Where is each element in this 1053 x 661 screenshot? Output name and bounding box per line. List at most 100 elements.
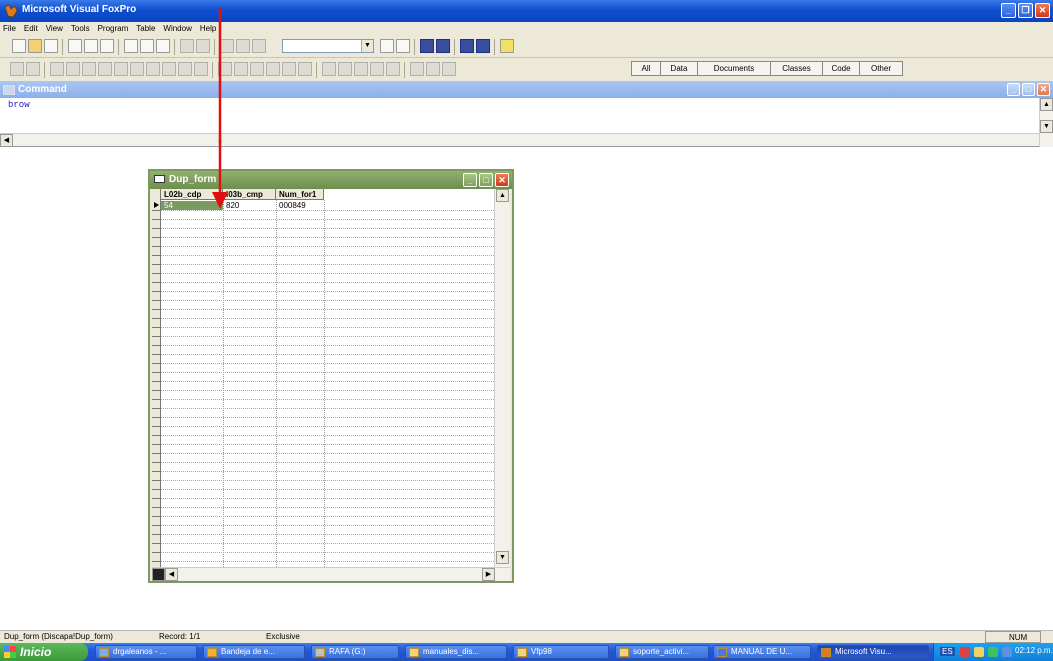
command-text[interactable]: brow: [8, 100, 30, 110]
task-item[interactable]: MANUAL DE U...: [713, 645, 811, 659]
menu-file[interactable]: File: [0, 22, 21, 36]
tab-other[interactable]: Other: [859, 61, 903, 76]
editbox-icon[interactable]: [82, 62, 96, 76]
modify-form-icon[interactable]: [236, 39, 250, 53]
lock-icon[interactable]: [442, 62, 456, 76]
task-item[interactable]: Bandeja de e...: [203, 645, 305, 659]
new-icon[interactable]: [12, 39, 26, 53]
restore-button[interactable]: ❐: [1018, 3, 1033, 18]
open-icon[interactable]: [28, 39, 42, 53]
option-group-icon[interactable]: [130, 62, 144, 76]
separator-icon[interactable]: [370, 62, 384, 76]
browse-maximize-button[interactable]: □: [479, 173, 493, 187]
chevron-down-icon[interactable]: ▼: [361, 40, 373, 52]
cell-num-for1[interactable]: 000849: [276, 201, 324, 210]
report-icon[interactable]: [252, 39, 266, 53]
menu-window[interactable]: Window: [160, 22, 196, 36]
menu-tools[interactable]: Tools: [68, 22, 95, 36]
command-maximize-button[interactable]: □: [1022, 83, 1035, 96]
menu-edit[interactable]: Edit: [21, 22, 43, 36]
save-icon[interactable]: [44, 39, 58, 53]
scroll-right-icon[interactable]: ▶: [482, 568, 495, 581]
ole-container-icon[interactable]: [282, 62, 296, 76]
command-button-icon[interactable]: [98, 62, 112, 76]
print-icon[interactable]: [68, 39, 82, 53]
cut-icon[interactable]: [124, 39, 138, 53]
task-item[interactable]: RAFA (G:): [311, 645, 399, 659]
image-icon[interactable]: [234, 62, 248, 76]
scroll-up-icon[interactable]: ▲: [1040, 98, 1053, 111]
volume-icon[interactable]: [1002, 647, 1012, 657]
redo-icon[interactable]: [196, 39, 210, 53]
network-icon[interactable]: [988, 647, 998, 657]
menu-help[interactable]: Help: [197, 22, 221, 36]
scroll-left-icon[interactable]: ◀: [165, 568, 178, 581]
form-wizard-icon[interactable]: [420, 39, 434, 53]
task-item[interactable]: drgaleanos - ...: [95, 645, 197, 659]
copy-icon[interactable]: [140, 39, 154, 53]
command-close-button[interactable]: ✕: [1037, 83, 1050, 96]
language-indicator[interactable]: ES: [940, 647, 955, 656]
column-header-num-for1[interactable]: Num_for1: [276, 189, 324, 200]
hyperlink-icon[interactable]: [386, 62, 400, 76]
spelling-icon[interactable]: [100, 39, 114, 53]
label-icon[interactable]: [50, 62, 64, 76]
start-button[interactable]: Inicio: [0, 643, 88, 661]
tab-classes[interactable]: Classes: [770, 61, 822, 76]
app-title-bar[interactable]: Microsoft Visual FoxPro _ ❐ ✕: [0, 0, 1053, 22]
scroll-up-icon[interactable]: ▲: [496, 189, 509, 202]
timer-icon[interactable]: [250, 62, 264, 76]
scroll-down-icon[interactable]: ▼: [496, 551, 509, 564]
grid-icon[interactable]: [218, 62, 232, 76]
task-item[interactable]: manuales_dis...: [405, 645, 507, 659]
column-header-l02b-cdp[interactable]: L02b_cdp: [161, 189, 223, 200]
undo-icon[interactable]: [180, 39, 194, 53]
ole-bound-icon[interactable]: [298, 62, 312, 76]
spinner-icon[interactable]: [194, 62, 208, 76]
column-header-l03b-cmp[interactable]: l03b_cmp: [223, 189, 276, 200]
combobox-icon[interactable]: [162, 62, 176, 76]
task-item-active[interactable]: Microsoft Visu...: [817, 645, 929, 659]
antivirus-icon[interactable]: [960, 647, 970, 657]
container-icon[interactable]: [354, 62, 368, 76]
builder-lock-icon[interactable]: [410, 62, 424, 76]
task-item[interactable]: Vfp98: [513, 645, 609, 659]
listbox-icon[interactable]: [178, 62, 192, 76]
menu-view[interactable]: View: [43, 22, 68, 36]
command-horizontal-scrollbar[interactable]: ◀: [0, 133, 1039, 147]
browse-vertical-scrollbar[interactable]: ▲ ▼: [494, 189, 510, 567]
cell-l03b-cmp[interactable]: 820: [223, 201, 276, 210]
tab-code[interactable]: Code: [822, 61, 859, 76]
messenger-tray-icon[interactable]: [974, 647, 984, 657]
cell-l02b-cdp[interactable]: 54: [161, 201, 223, 210]
close-button[interactable]: ✕: [1035, 3, 1050, 18]
help-icon[interactable]: [500, 39, 514, 53]
command-group-icon[interactable]: [114, 62, 128, 76]
data-session-icon[interactable]: [396, 39, 410, 53]
tab-all[interactable]: All: [631, 61, 660, 76]
browse-horizontal-scrollbar[interactable]: ◀ ▶: [152, 567, 510, 581]
tab-data[interactable]: Data: [660, 61, 697, 76]
textbox-icon[interactable]: [66, 62, 80, 76]
command-window-title-bar[interactable]: Command _ □ ✕: [0, 82, 1053, 98]
command-minimize-button[interactable]: _: [1007, 83, 1020, 96]
run-icon[interactable]: [220, 39, 234, 53]
browse-grid[interactable]: L02b_cdp l03b_cmp Num_for1 54 820 000849: [152, 189, 494, 567]
autoform-icon[interactable]: [460, 39, 474, 53]
paste-icon[interactable]: [156, 39, 170, 53]
pageframe-icon[interactable]: [266, 62, 280, 76]
scroll-left-icon[interactable]: ◀: [0, 134, 13, 147]
command-window-editor[interactable]: brow ◀ ▲ ▼: [0, 98, 1053, 147]
browse-close-button[interactable]: ✕: [495, 173, 509, 187]
minimize-button[interactable]: _: [1001, 3, 1016, 18]
database-combo[interactable]: ▼: [282, 39, 374, 53]
tab-documents[interactable]: Documents: [697, 61, 770, 76]
print-preview-icon[interactable]: [84, 39, 98, 53]
command-window-icon[interactable]: [380, 39, 394, 53]
scroll-down-icon[interactable]: ▼: [1040, 120, 1053, 133]
shape-icon[interactable]: [338, 62, 352, 76]
autoreport-icon[interactable]: [476, 39, 490, 53]
menu-program[interactable]: Program: [95, 22, 134, 36]
task-item[interactable]: soporte_activi...: [615, 645, 709, 659]
browse-minimize-button[interactable]: _: [463, 173, 477, 187]
